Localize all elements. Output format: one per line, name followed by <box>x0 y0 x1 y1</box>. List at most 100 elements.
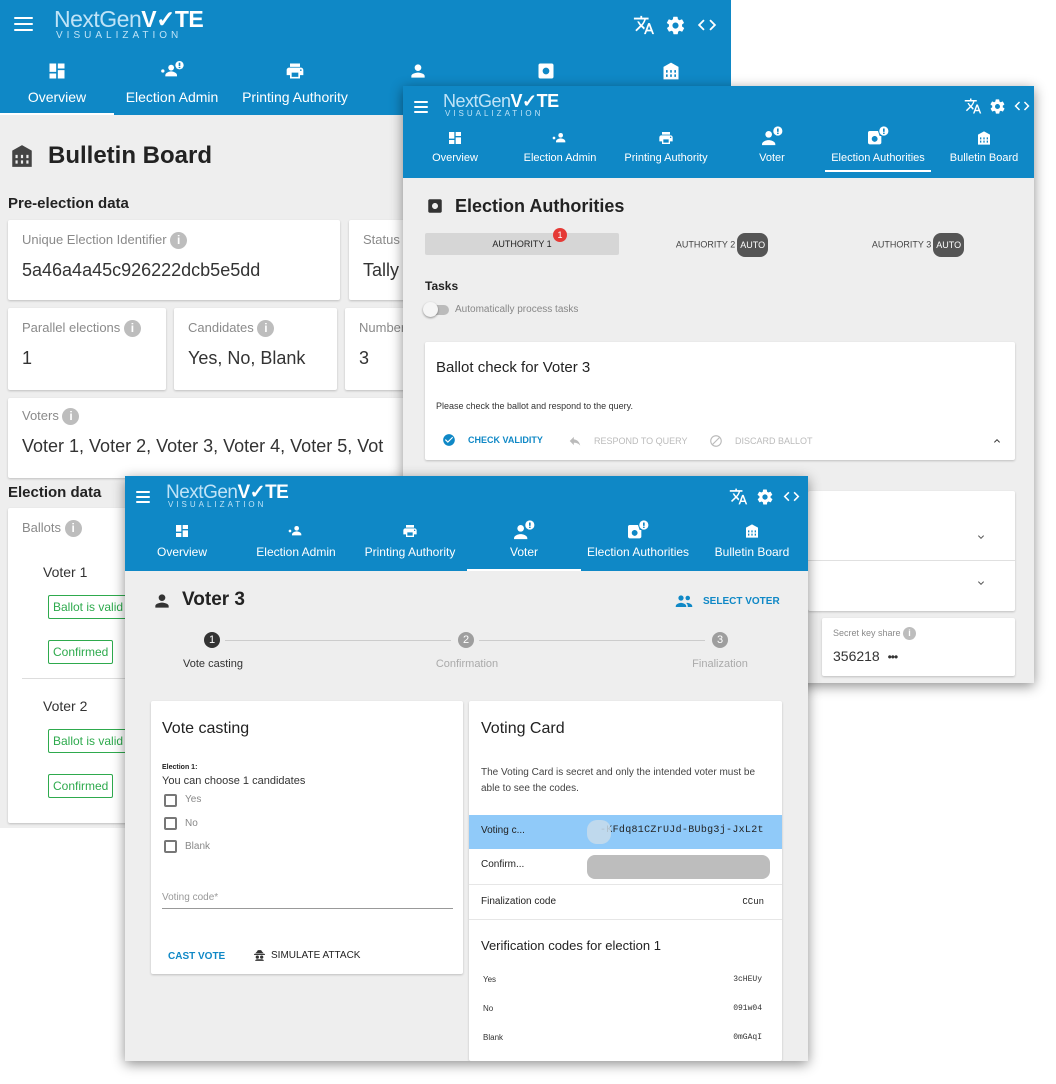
translate-icon[interactable] <box>729 487 748 506</box>
more-icon[interactable]: ••• <box>888 650 899 664</box>
collapsed-panels <box>808 491 1015 611</box>
tab-overview[interactable]: Overview <box>0 58 114 115</box>
info-icon[interactable]: i <box>903 627 917 640</box>
tab-overview[interactable]: Overview <box>125 520 239 571</box>
tab-authority-3[interactable]: AUTHORITY 3 AUTO <box>821 233 1015 257</box>
voting-code-row: Voting c... -KFdq81CZrUJd-BUbg3j-JxL2t <box>469 815 782 849</box>
chevron-down-icon[interactable] <box>975 577 987 589</box>
gear-icon[interactable] <box>756 488 774 506</box>
code-icon[interactable] <box>782 487 801 506</box>
chevron-up-icon[interactable] <box>991 435 1003 447</box>
tab-authority-1[interactable]: AUTHORITY 1 1 <box>425 228 619 255</box>
tab-overview[interactable]: Overview <box>403 130 507 176</box>
info-icon[interactable]: i <box>170 232 188 250</box>
code-icon[interactable] <box>1013 97 1031 115</box>
authority-tabs: AUTHORITY 1 1 AUTHORITY 2 AUTO AUTHORITY … <box>425 228 1015 257</box>
menu-icon[interactable] <box>14 17 33 31</box>
tab-election-authorities[interactable]: Election Authorities <box>825 126 931 172</box>
building-icon <box>12 145 32 167</box>
uid-card: Unique Election Identifier i 5a46a4a45c9… <box>8 220 340 300</box>
task-card: Ballot check for Voter 3 Please check th… <box>425 342 1015 460</box>
authority-icon <box>538 63 554 79</box>
finalization-code-row: Finalization code CCun <box>469 885 782 920</box>
building-icon <box>663 62 679 80</box>
tab-election-authorities[interactable]: Election Authorities <box>581 520 695 571</box>
voting-code-input[interactable]: Voting code* <box>162 887 453 909</box>
divider <box>22 678 138 679</box>
app-bar: NextGenV✓TE VISUALIZATION Overview Elect… <box>125 476 808 571</box>
voting-card: Voting Card The Voting Card is secret an… <box>469 701 782 1061</box>
tab-printing-authority[interactable]: Printing Authority <box>230 58 360 115</box>
auto-process-toggle[interactable] <box>423 302 449 317</box>
tab-bar: Overview Election Admin Printing Authori… <box>125 520 808 571</box>
section-heading: Election data <box>8 484 102 501</box>
tab-voter[interactable]: Voter <box>467 520 581 571</box>
admin-icon <box>288 526 302 536</box>
step-2-label: Confirmation <box>435 658 499 670</box>
chevron-down-icon[interactable] <box>975 531 987 543</box>
step-2-indicator[interactable]: 2 <box>458 632 474 648</box>
info-icon[interactable]: i <box>257 320 275 338</box>
header-actions <box>729 487 801 506</box>
app-bar: NextGenV✓TE VISUALIZATION Overview Elect… <box>403 86 1034 178</box>
building-icon <box>746 524 758 538</box>
table-row: No 091w04 <box>483 1004 762 1013</box>
tab-printing-authority[interactable]: Printing Authority <box>353 520 467 571</box>
respond-query-button[interactable]: RESPOND TO QUERY <box>568 434 688 448</box>
checkbox-yes[interactable] <box>164 794 177 807</box>
tab-authority-2[interactable]: AUTHORITY 2 AUTO <box>625 233 819 257</box>
check-validity-button[interactable]: CHECK VALIDITY <box>442 433 543 447</box>
person-alert-icon <box>514 520 535 540</box>
status-badge: Confirmed <box>48 774 114 798</box>
voter-window: NextGenV✓TE VISUALIZATION Overview Elect… <box>125 476 808 1061</box>
person-icon <box>155 594 169 608</box>
printer-icon <box>286 63 304 79</box>
menu-icon[interactable] <box>414 101 428 113</box>
section-heading: Pre-election data <box>8 195 129 212</box>
reply-icon <box>569 436 581 446</box>
page-title: Voter 3 <box>182 589 246 610</box>
authority-icon <box>428 199 442 213</box>
code-icon[interactable] <box>696 14 718 36</box>
select-voter-button[interactable]: SELECT VOTER <box>675 594 780 608</box>
admin-alert-icon <box>161 61 184 77</box>
authority-alert-icon <box>868 126 889 145</box>
auto-badge: AUTO <box>737 233 769 257</box>
vote-casting-card: Vote casting Election 1: You can choose … <box>151 701 463 974</box>
page-title: Bulletin Board <box>48 142 213 169</box>
status-card: Status Tally <box>349 220 409 300</box>
tab-election-admin[interactable]: Election Admin <box>239 520 353 571</box>
translate-icon[interactable] <box>964 97 982 115</box>
step-1-label: Vote casting <box>183 658 243 670</box>
tab-voter[interactable]: Voter <box>719 126 825 172</box>
tab-election-admin[interactable]: Election Admin <box>114 58 230 115</box>
step-connector <box>479 640 705 641</box>
translate-icon[interactable] <box>633 14 655 36</box>
gear-icon[interactable] <box>989 98 1006 115</box>
info-icon[interactable]: i <box>123 320 141 338</box>
table-row: Yes 3cHEUy <box>483 975 762 984</box>
menu-icon[interactable] <box>136 491 150 503</box>
cast-vote-button[interactable]: CAST VOTE <box>168 951 225 962</box>
auto-badge: AUTO <box>933 233 965 257</box>
gear-icon[interactable] <box>665 15 686 36</box>
people-icon <box>675 595 693 607</box>
voters-card: Voters i Voter 1, Voter 2, Voter 3, Vote… <box>8 398 409 478</box>
info-icon[interactable]: i <box>64 520 82 538</box>
checkbox-blank[interactable] <box>164 840 177 853</box>
info-icon[interactable]: i <box>62 408 80 426</box>
discard-ballot-button[interactable]: DISCARD BALLOT <box>709 434 813 448</box>
tab-election-admin[interactable]: Election Admin <box>507 130 613 176</box>
tab-bulletin-board[interactable]: Bulletin Board <box>931 130 1034 176</box>
secret-key-card: Secret key share i 356218 ••• <box>822 618 1015 676</box>
checkbox-no[interactable] <box>164 817 177 830</box>
step-1-indicator[interactable]: 1 <box>204 632 220 648</box>
tab-bulletin-board[interactable]: Bulletin Board <box>695 520 808 571</box>
tab-bar: Overview Election Admin Printing Authori… <box>403 126 1034 176</box>
toggle-label: Automatically process tasks <box>455 304 579 315</box>
step-3-indicator[interactable]: 3 <box>712 632 728 648</box>
tasks-heading: Tasks <box>425 279 459 293</box>
simulate-attack-button[interactable]: SIMULATE ATTACK <box>253 949 360 962</box>
tab-printing-authority[interactable]: Printing Authority <box>613 130 719 176</box>
person-alert-icon <box>762 126 783 146</box>
